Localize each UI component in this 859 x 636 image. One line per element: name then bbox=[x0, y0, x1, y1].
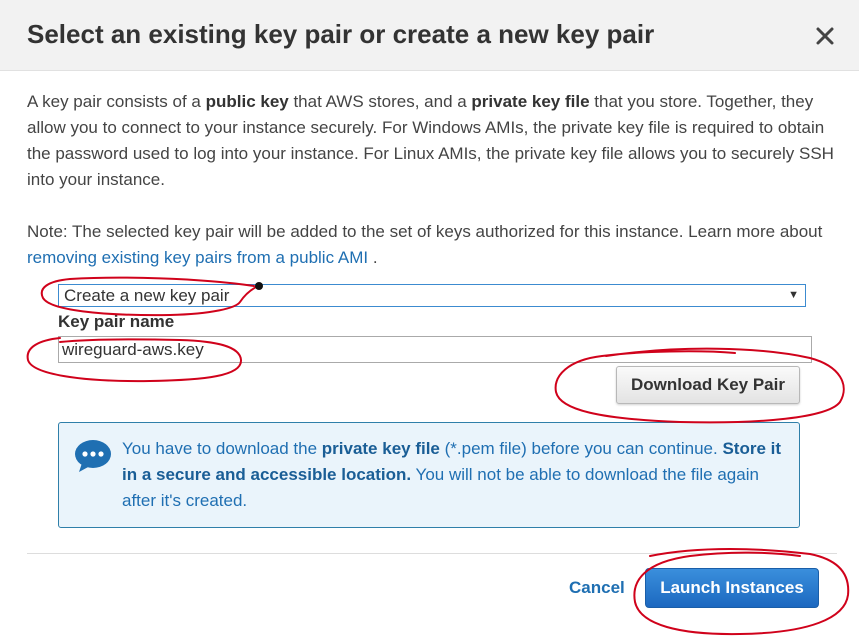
caret-down-icon: ▼ bbox=[788, 289, 799, 301]
note-paragraph: Note: The selected key pair will be adde… bbox=[27, 219, 842, 271]
intro-paragraph: A key pair consists of a public key that… bbox=[27, 89, 842, 193]
chat-bubble-icon bbox=[75, 440, 111, 472]
footer-divider bbox=[27, 553, 837, 554]
info-text: (*.pem file) before you can continue. bbox=[439, 439, 723, 458]
info-alert: You have to download the private key fil… bbox=[58, 422, 800, 528]
remove-key-pairs-link[interactable]: removing existing key pairs from a publi… bbox=[27, 248, 368, 267]
note-period: . bbox=[368, 248, 378, 267]
dialog-title: Select an existing key pair or create a … bbox=[27, 19, 655, 49]
close-icon[interactable] bbox=[813, 24, 837, 48]
intro-text: that AWS stores, and a bbox=[288, 92, 472, 111]
key-pair-name-input[interactable] bbox=[58, 336, 812, 363]
intro-text: A key pair consists of a bbox=[27, 92, 206, 111]
key-pair-select-value: Create a new key pair bbox=[64, 286, 230, 305]
dialog-header: Select an existing key pair or create a … bbox=[0, 0, 859, 71]
intro-public-key: public key bbox=[205, 92, 289, 111]
download-key-pair-button[interactable]: Download Key Pair bbox=[616, 366, 800, 404]
intro-private-key-file: private key file bbox=[471, 92, 590, 111]
key-pair-select[interactable]: Create a new key pair ▼ bbox=[58, 284, 806, 307]
note-text: Note: The selected key pair will be adde… bbox=[27, 222, 823, 241]
key-pair-name-label: Key pair name bbox=[58, 312, 175, 331]
cancel-link[interactable]: Cancel bbox=[569, 578, 625, 598]
launch-instances-button[interactable]: Launch Instances bbox=[645, 568, 819, 608]
info-private-key-file: private key file bbox=[321, 439, 440, 458]
info-message: You have to download the private key fil… bbox=[122, 436, 797, 514]
info-text: You have to download the bbox=[122, 439, 322, 458]
